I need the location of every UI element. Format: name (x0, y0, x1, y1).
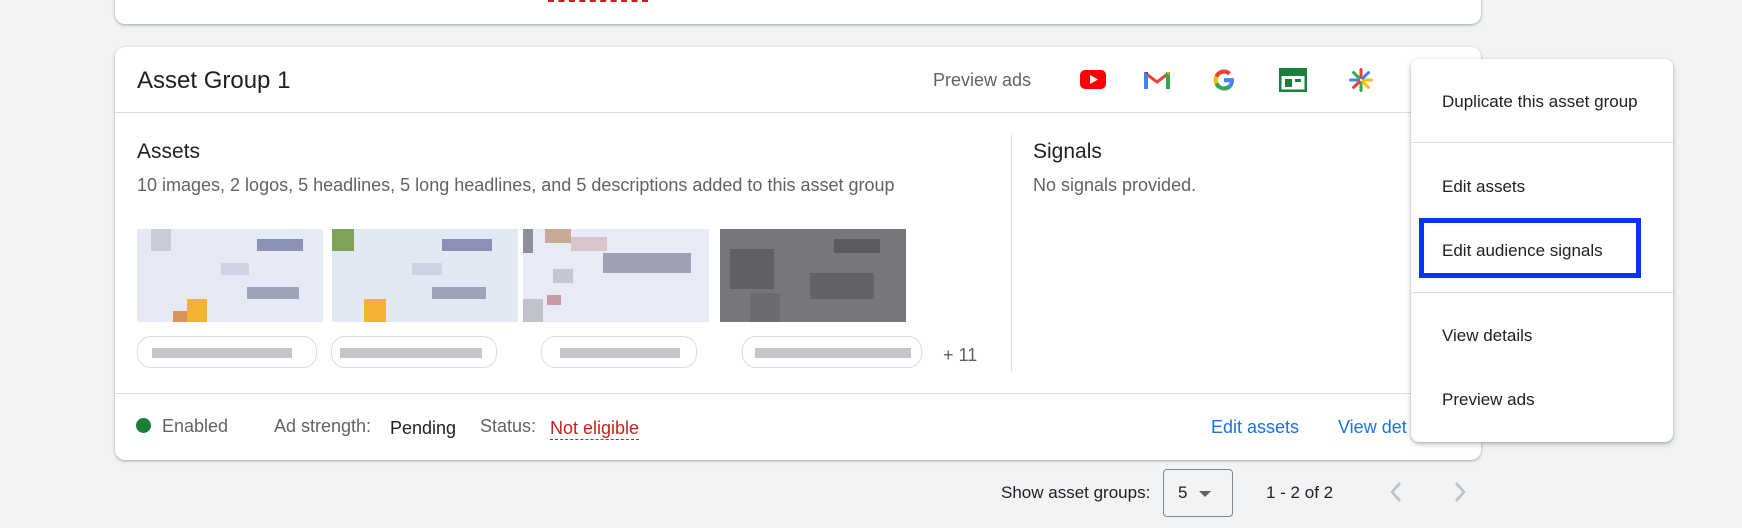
google-icon[interactable] (1210, 67, 1238, 93)
display-icon[interactable] (1279, 67, 1307, 93)
section-divider (1011, 135, 1012, 371)
asset-group-header: Asset Group 1 Preview ads (115, 47, 1481, 113)
assets-summary: 10 images, 2 logos, 5 headlines, 5 long … (137, 175, 895, 195)
pagination-range: 1 - 2 of 2 (1266, 483, 1334, 502)
asset-thumbnail[interactable] (332, 229, 518, 322)
previous-page-button[interactable] (1382, 478, 1410, 506)
asset-group-context-menu: Duplicate this asset group Edit assets E… (1411, 59, 1673, 442)
youtube-icon[interactable] (1079, 67, 1107, 93)
asset-label-pill (137, 336, 317, 368)
signals-summary: No signals provided. (1033, 175, 1197, 195)
gmail-icon[interactable] (1143, 67, 1171, 93)
status-value[interactable]: Not eligible (550, 418, 640, 440)
asset-group-title: Asset Group 1 (137, 67, 291, 94)
more-assets-count: + 11 (943, 345, 978, 365)
asset-group-card: Asset Group 1 Preview ads Assets 10 imag… (115, 47, 1481, 460)
menu-item-preview-ads[interactable]: Preview ads (1442, 390, 1535, 410)
preview-ads-label: Preview ads (933, 70, 1032, 90)
signals-title: Signals (1033, 140, 1102, 163)
asset-label-pill (541, 336, 697, 368)
status-label: Status: (480, 416, 537, 436)
discover-icon[interactable] (1347, 67, 1375, 93)
show-asset-groups-label: Show asset groups: (1001, 483, 1151, 502)
enabled-status-icon (136, 418, 151, 433)
card-footer-divider (115, 393, 1481, 394)
ad-strength-label: Ad strength: (274, 416, 372, 436)
status-underline (548, 0, 648, 2)
page-size-value: 5 (1178, 483, 1188, 502)
chevron-right-icon (1455, 482, 1466, 502)
menu-item-edit-assets[interactable]: Edit assets (1442, 177, 1525, 197)
asset-label-pill (742, 336, 922, 368)
menu-divider (1411, 142, 1673, 143)
menu-item-edit-audience-signals[interactable]: Edit audience signals (1442, 241, 1603, 261)
page-size-select[interactable]: 5 (1163, 469, 1233, 517)
asset-thumbnail[interactable] (720, 229, 906, 322)
next-page-button[interactable] (1446, 478, 1474, 506)
asset-thumbnail[interactable] (523, 229, 709, 322)
edit-assets-link[interactable]: Edit assets (1211, 417, 1299, 438)
asset-label-pill (331, 336, 497, 368)
chevron-left-icon (1390, 482, 1401, 502)
caret-down-icon (1199, 491, 1211, 497)
previous-asset-group-card (115, 0, 1481, 24)
enabled-label: Enabled (162, 416, 229, 436)
asset-thumbnail[interactable] (137, 229, 323, 322)
view-details-link[interactable]: View det (1338, 417, 1407, 438)
menu-item-view-details[interactable]: View details (1442, 326, 1532, 346)
menu-divider (1411, 292, 1673, 293)
ad-strength-value: Pending (390, 418, 457, 438)
assets-title: Assets (137, 140, 201, 163)
menu-item-duplicate[interactable]: Duplicate this asset group (1442, 92, 1638, 112)
